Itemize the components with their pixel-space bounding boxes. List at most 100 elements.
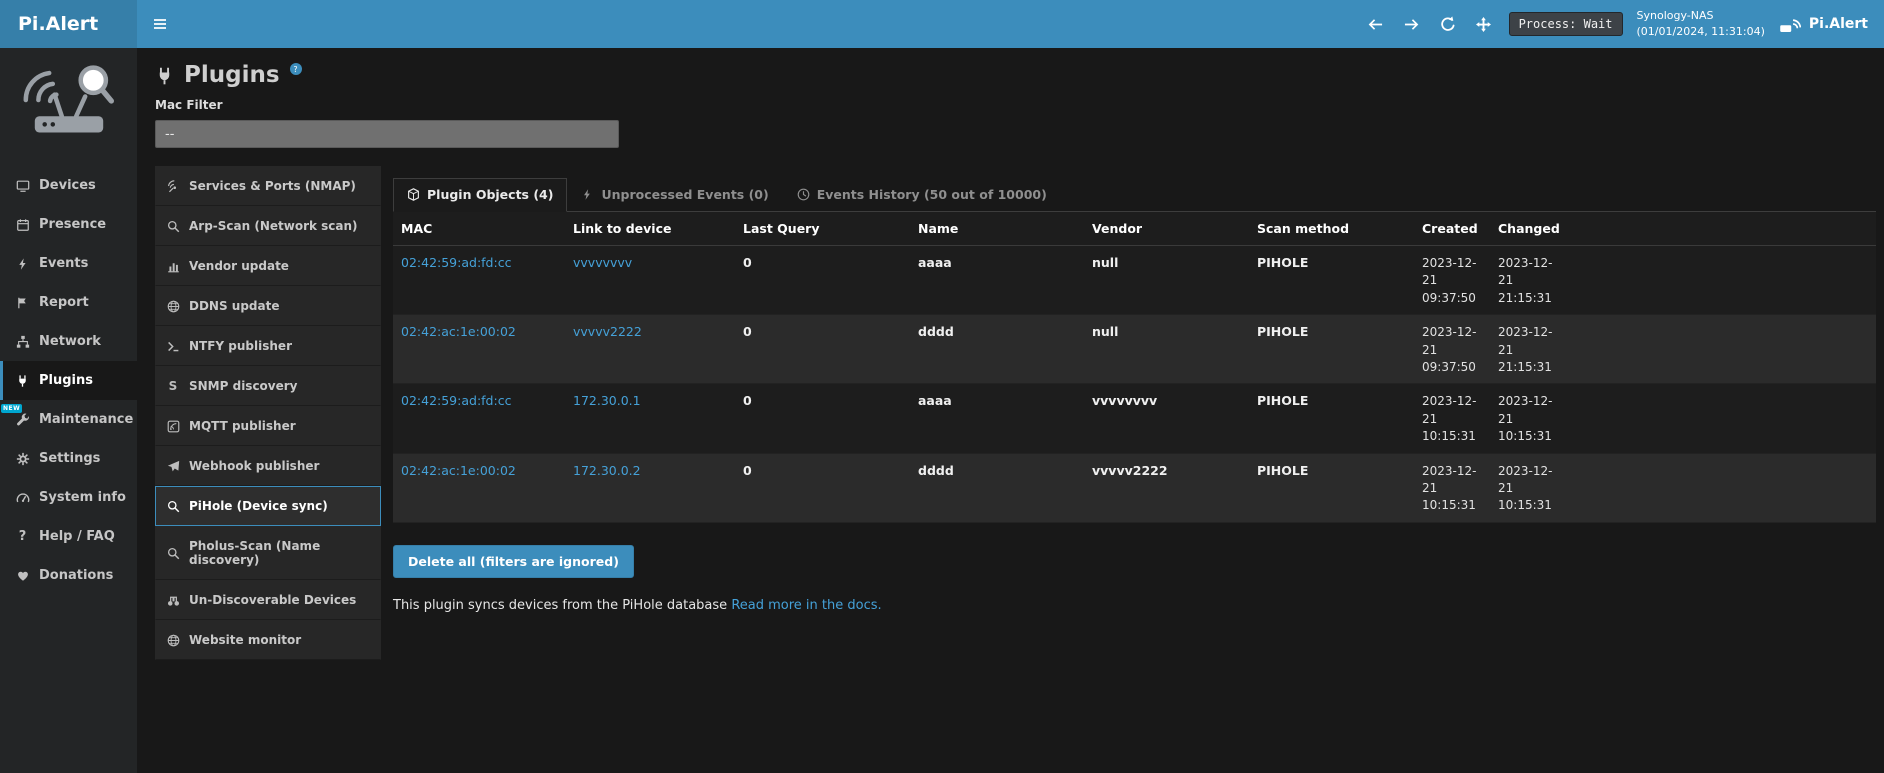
sidebar-item-devices[interactable]: Devices	[0, 166, 137, 205]
sidebar-item-maintenance[interactable]: NEW Maintenance	[0, 400, 137, 439]
plugin-item-label: Website monitor	[189, 633, 301, 647]
sidebar-item-label: Help / FAQ	[39, 529, 115, 544]
mac-link[interactable]: 02:42:ac:1e:00:02	[401, 324, 516, 339]
terminal-icon	[166, 340, 180, 353]
snmp-s-icon: S	[166, 380, 180, 393]
name-cell: dddd	[910, 315, 1084, 384]
plugin-item-label: NTFY publisher	[189, 339, 292, 353]
docs-link[interactable]: Read more in the docs.	[731, 598, 881, 613]
plugin-item-ntfy-publisher[interactable]: NTFY publisher	[155, 326, 381, 366]
device-link[interactable]: 172.30.0.2	[573, 463, 641, 478]
device-signal-icon	[1779, 14, 1801, 34]
mac-filter-input[interactable]	[155, 120, 619, 148]
mac-link[interactable]: 02:42:59:ad:fd:cc	[401, 393, 511, 408]
scan-method-cell: PIHOLE	[1249, 384, 1414, 453]
last-query-cell: 0	[735, 453, 910, 522]
tab-unprocessed-events[interactable]: Unprocessed Events (0)	[567, 178, 782, 212]
plugin-item-label: SNMP discovery	[189, 379, 298, 393]
sidebar-item-settings[interactable]: Settings	[0, 439, 137, 478]
plugin-description-text: This plugin syncs devices from the PiHol…	[393, 598, 727, 613]
help-badge[interactable]: ?	[290, 63, 302, 75]
brand-logo[interactable]: Pi.Alert	[0, 0, 137, 48]
changed-cell: 2023-12-21 10:15:31	[1490, 384, 1570, 453]
sidebar-item-system-info[interactable]: System info	[0, 478, 137, 517]
back-arrow-icon[interactable]	[1365, 13, 1387, 35]
column-header-changed: Changed	[1490, 212, 1570, 246]
plugin-item-webhook-publisher[interactable]: Webhook publisher	[155, 446, 381, 486]
plugin-item-mqtt-publisher[interactable]: MQTT publisher	[155, 406, 381, 446]
sidebar-item-events[interactable]: Events	[0, 244, 137, 283]
sitemap-icon	[15, 335, 30, 349]
globe-icon	[166, 300, 180, 313]
plugin-item-vendor-update[interactable]: Vendor update	[155, 246, 381, 286]
plugin-item-services-ports[interactable]: Services & Ports (NMAP)	[155, 166, 381, 206]
plug-icon	[155, 66, 174, 86]
search-icon	[166, 547, 180, 560]
plugin-item-undiscoverable-devices[interactable]: Un-Discoverable Devices	[155, 580, 381, 620]
sidebar-item-plugins[interactable]: Plugins	[0, 361, 137, 400]
device-cell: vvvvv2222	[565, 315, 735, 384]
sidebar-item-donations[interactable]: Donations	[0, 556, 137, 595]
tab-label: Unprocessed Events (0)	[601, 187, 768, 202]
monitor-icon	[15, 179, 30, 193]
plugin-item-arp-scan[interactable]: Arp-Scan (Network scan)	[155, 206, 381, 246]
mac-cell: 02:42:ac:1e:00:02	[393, 315, 565, 384]
tab-plugin-objects[interactable]: Plugin Objects (4)	[393, 178, 567, 212]
calendar-icon	[15, 218, 30, 232]
sidebar-item-help-faq[interactable]: ? Help / FAQ	[0, 517, 137, 556]
plugin-item-label: PiHole (Device sync)	[189, 499, 328, 513]
name-cell: aaaa	[910, 384, 1084, 453]
plugin-item-website-monitor[interactable]: Website monitor	[155, 620, 381, 660]
mac-link[interactable]: 02:42:ac:1e:00:02	[401, 463, 516, 478]
sidebar-item-report[interactable]: Report	[0, 283, 137, 322]
plugin-item-label: Services & Ports (NMAP)	[189, 179, 356, 193]
forward-arrow-icon[interactable]	[1401, 13, 1423, 35]
mac-cell: 02:42:ac:1e:00:02	[393, 453, 565, 522]
sidebar-item-label: System info	[39, 490, 126, 505]
bolt-icon	[15, 257, 30, 271]
main-content: Plugins ? Mac Filter Services & Ports (N…	[137, 48, 1884, 773]
hamburger-menu-button[interactable]	[137, 0, 183, 48]
host-time: (01/01/2024, 11:31:04)	[1637, 24, 1765, 40]
plugin-item-pihole-device-sync[interactable]: PiHole (Device sync)	[155, 486, 381, 526]
last-query-cell: 0	[735, 315, 910, 384]
table-row: 02:42:59:ad:fd:cc vvvvvvvv 0 aaaa null P…	[393, 246, 1876, 315]
host-info: Synology-NAS (01/01/2024, 11:31:04)	[1637, 8, 1765, 40]
plugin-item-label: Webhook publisher	[189, 459, 319, 473]
sidebar-item-label: Donations	[39, 568, 113, 583]
changed-cell: 2023-12-21 21:15:31	[1490, 246, 1570, 315]
tab-label: Plugin Objects (4)	[427, 187, 553, 202]
page-title: Plugins	[184, 62, 280, 88]
plugin-item-ddns-update[interactable]: DDNS update	[155, 286, 381, 326]
sidebar-item-label: Presence	[39, 217, 106, 232]
sidebar-item-network[interactable]: Network	[0, 322, 137, 361]
sidebar-item-label: Settings	[39, 451, 100, 466]
changed-cell: 2023-12-21 21:15:31	[1490, 315, 1570, 384]
created-cell: 2023-12-21 10:15:31	[1414, 453, 1490, 522]
mqtt-icon	[166, 420, 180, 433]
new-badge: NEW	[1, 404, 22, 413]
scan-method-cell: PIHOLE	[1249, 246, 1414, 315]
plugin-item-pholus-scan[interactable]: Pholus-Scan (Name discovery)	[155, 526, 381, 580]
table-row: 02:42:59:ad:fd:cc 172.30.0.1 0 aaaa vvvv…	[393, 384, 1876, 453]
vendor-cell: vvvvvvvv	[1084, 384, 1249, 453]
cube-icon	[407, 188, 420, 201]
device-link[interactable]: vvvvv2222	[573, 324, 642, 339]
device-link[interactable]: 172.30.0.1	[573, 393, 641, 408]
device-link[interactable]: vvvvvvvv	[573, 255, 632, 270]
app-name[interactable]: Pi.Alert	[1809, 16, 1868, 32]
sidebar-item-label: Plugins	[39, 373, 93, 388]
plugin-item-snmp-discovery[interactable]: S SNMP discovery	[155, 366, 381, 406]
vendor-cell: null	[1084, 315, 1249, 384]
mac-link[interactable]: 02:42:59:ad:fd:cc	[401, 255, 511, 270]
refresh-icon[interactable]	[1437, 13, 1459, 35]
mac-cell: 02:42:59:ad:fd:cc	[393, 384, 565, 453]
plugin-objects-table: MAC Link to device Last Query Name Vendo…	[393, 212, 1876, 523]
plugin-item-label: Pholus-Scan (Name discovery)	[189, 539, 370, 567]
tab-events-history[interactable]: Events History (50 out of 10000)	[783, 178, 1061, 212]
delete-all-button[interactable]: Delete all (filters are ignored)	[393, 545, 634, 578]
move-arrows-icon[interactable]	[1473, 13, 1495, 35]
sidebar-item-presence[interactable]: Presence	[0, 205, 137, 244]
mac-filter-label: Mac Filter	[155, 98, 1876, 112]
clock-icon	[797, 188, 810, 201]
